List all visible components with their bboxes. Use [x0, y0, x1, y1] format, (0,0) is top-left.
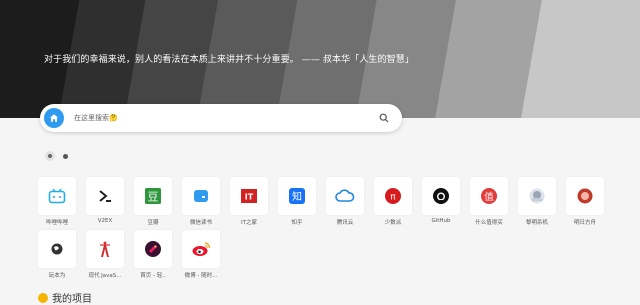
site-tile-weibo[interactable]: 微博 - 随时...: [182, 230, 220, 279]
site-tile-sspai[interactable]: π 少数派: [374, 177, 412, 226]
site-tile-v2ex[interactable]: V2EX: [86, 177, 124, 224]
page-dot-1[interactable]: [45, 151, 55, 161]
douban-icon: 豆: [134, 177, 172, 215]
bilibili-icon: [38, 177, 76, 215]
site-tile-bilibili[interactable]: 哔哩哔哩: [38, 177, 76, 226]
section-header: 我的项目: [38, 290, 92, 305]
svg-text:π: π: [390, 193, 396, 203]
site-label: 豆瓣: [147, 220, 159, 226]
site-label: 现代 JavaS...: [88, 273, 122, 279]
page-dot-2[interactable]: [63, 153, 68, 159]
svg-text:知: 知: [292, 190, 302, 203]
github-icon: [422, 177, 460, 215]
js-tower-icon: [86, 230, 124, 268]
search-icon[interactable]: [376, 110, 392, 126]
site-tile-weread[interactable]: 微信读书: [182, 177, 220, 226]
search-bar[interactable]: [40, 104, 402, 132]
hero-quote: 对于我们的幸福来说，别人的看法在本质上来讲并不十分重要。 —— 叔本华「人生的智…: [44, 55, 414, 65]
sspai-icon: π: [374, 177, 412, 215]
zhihu-icon: 知: [278, 177, 316, 215]
site-tile-ithome[interactable]: IT IT之家: [230, 177, 268, 226]
site-label: 首页 - 轻..: [140, 273, 166, 279]
svg-text:IT: IT: [245, 193, 254, 202]
site-label: V2EX: [97, 218, 113, 224]
site-label: 少数派: [384, 220, 402, 226]
site-tile-anime[interactable]: 明日方舟: [566, 177, 604, 226]
site-label: 知乎: [291, 220, 303, 226]
ithome-icon: IT: [230, 177, 268, 215]
site-label: 微信读书: [189, 220, 212, 226]
weread-icon: [182, 177, 220, 215]
site-tile-modern-js[interactable]: 现代 JavaS...: [86, 230, 124, 279]
section-title: 我的项目: [52, 294, 92, 305]
weibo-icon: [182, 230, 220, 268]
site-label: 玩本为: [48, 273, 66, 279]
site-label: 腾讯云: [336, 220, 354, 226]
rocket-icon: [134, 230, 172, 268]
home-icon[interactable]: [44, 108, 64, 128]
site-tile-globe[interactable]: 玩本为: [38, 230, 76, 279]
globe-icon: [38, 230, 76, 268]
site-tile-douban[interactable]: 豆 豆瓣: [134, 177, 172, 226]
site-label: IT之家: [241, 220, 257, 226]
site-tile-smzdm[interactable]: 值 什么值得买: [470, 177, 508, 226]
v2ex-icon: [86, 177, 124, 215]
site-label: 什么值得买: [475, 220, 503, 226]
hero-banner: 对于我们的幸福来说，别人的看法在本质上来讲并不十分重要。 —— 叔本华「人生的智…: [0, 0, 640, 118]
site-tile-tencent-cloud[interactable]: 腾讯云: [326, 177, 364, 226]
search-input[interactable]: [72, 113, 376, 123]
site-label: 黎明杀机: [525, 220, 548, 226]
site-tile-zhihu[interactable]: 知 知乎: [278, 177, 316, 226]
svg-text:豆: 豆: [148, 191, 159, 204]
anime-icon: [566, 177, 604, 215]
site-label: GitHub: [431, 218, 451, 224]
site-label: 哔哩哔哩: [45, 220, 68, 226]
tencent-cloud-icon: [326, 177, 364, 215]
site-tile-home-light[interactable]: 首页 - 轻..: [134, 230, 172, 279]
site-tile-game[interactable]: 黎明杀机: [518, 177, 556, 226]
game-icon: [518, 177, 556, 215]
svg-text:值: 值: [484, 191, 494, 203]
site-label: 明日方舟: [573, 220, 596, 226]
page-indicator: [45, 151, 68, 161]
site-tile-github[interactable]: GitHub: [422, 177, 460, 224]
smile-icon: [38, 292, 48, 303]
smzdm-icon: 值: [470, 177, 508, 215]
site-label: 微博 - 随时...: [184, 273, 218, 279]
